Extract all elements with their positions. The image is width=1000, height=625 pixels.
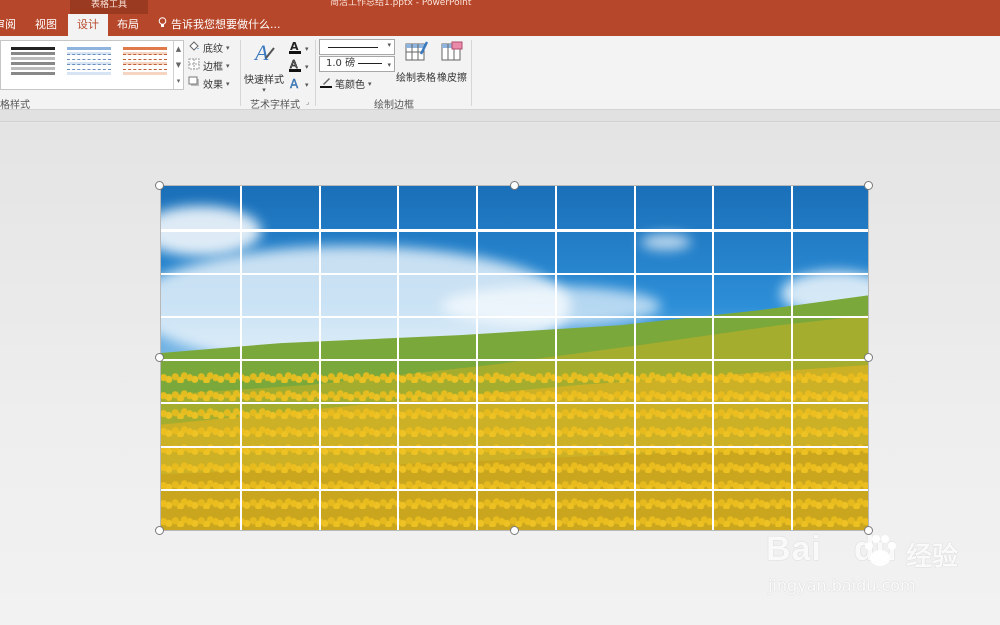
gallery-down-icon[interactable]: ▼ <box>174 57 183 73</box>
shading-button[interactable]: 底纹 ▾ <box>188 40 230 55</box>
tab-view[interactable]: 视图 <box>26 14 66 36</box>
text-fill-button[interactable]: A ▾ <box>288 40 309 57</box>
effects-icon <box>188 76 200 91</box>
text-effects-icon: A <box>288 76 302 93</box>
borders-icon <box>188 58 200 73</box>
borders-label: 边框 <box>203 62 223 73</box>
context-tab-group-label: 表格工具 <box>70 0 148 14</box>
pen-style-dropdown[interactable]: ▾ <box>319 39 395 55</box>
group-divider <box>315 40 316 106</box>
shading-label: 底纹 <box>203 44 223 55</box>
tell-me-text: 告诉我您想要做什么... <box>171 18 281 31</box>
pen-weight-dropdown[interactable]: 1.0 磅 ▾ <box>319 56 395 72</box>
resize-handle-bottom-left[interactable] <box>155 526 164 535</box>
ribbon: ▲ ▼ ▾ 底纹 ▾ 边框 ▾ 效果 ▾ 格样式 A 快速样式 ▾ A ▾ A … <box>0 36 1000 111</box>
wordart-a-icon: A <box>244 40 284 69</box>
resize-handle-right[interactable] <box>864 353 873 362</box>
tab-design[interactable]: 设计 <box>68 14 108 36</box>
pen-weight-line-icon <box>358 62 383 64</box>
borders-button[interactable]: 边框 ▾ <box>188 58 230 73</box>
wordart-group-label: 艺术字样式 <box>250 100 300 111</box>
chevron-down-icon: ▾ <box>368 79 372 88</box>
table-style-dark[interactable] <box>11 47 55 81</box>
quick-styles-button[interactable]: A 快速样式 ▾ <box>244 40 284 94</box>
eraser-icon <box>436 40 468 67</box>
group-divider <box>240 40 241 106</box>
svg-text:A: A <box>290 77 299 90</box>
pen-color-button[interactable]: 笔颜色 ▾ <box>320 76 372 91</box>
chevron-down-icon: ▾ <box>262 86 266 94</box>
chevron-down-icon: ▾ <box>387 41 391 49</box>
paint-bucket-icon <box>188 40 200 55</box>
table-row-line[interactable] <box>161 402 868 404</box>
eraser-label: 橡皮擦 <box>437 73 467 84</box>
chevron-down-icon: ▾ <box>226 43 230 52</box>
tab-layout[interactable]: 布局 <box>108 14 148 36</box>
table-row-line[interactable] <box>161 273 868 275</box>
pen-color-icon <box>320 76 332 91</box>
text-effects-button[interactable]: A ▾ <box>288 76 309 93</box>
quick-styles-label: 快速样式 <box>244 75 284 86</box>
chevron-down-icon: ▾ <box>305 80 309 89</box>
gallery-scroll[interactable]: ▲ ▼ ▾ <box>173 41 183 89</box>
table-row-line[interactable] <box>161 316 868 318</box>
draw-borders-group-label: 绘制边框 <box>374 100 414 111</box>
pen-weight-value: 1.0 磅 <box>326 58 356 69</box>
table-with-picture-fill[interactable] <box>160 185 869 531</box>
svg-text:A: A <box>253 40 269 65</box>
chevron-down-icon: ▾ <box>226 79 230 88</box>
pen-style-line-icon <box>328 47 378 48</box>
gallery-up-icon[interactable]: ▲ <box>174 41 183 57</box>
watermark-url: jingyan.baidu.com <box>768 576 916 595</box>
effects-button[interactable]: 效果 ▾ <box>188 76 230 91</box>
chevron-down-icon: ▾ <box>305 44 309 53</box>
resize-handle-bottom[interactable] <box>510 526 519 535</box>
resize-handle-top[interactable] <box>510 181 519 190</box>
table-row-line[interactable] <box>161 229 868 232</box>
resize-handle-top-left[interactable] <box>155 181 164 190</box>
watermark-product: 经验 <box>906 542 959 572</box>
text-outline-button[interactable]: A ▾ <box>288 58 309 75</box>
table-style-blue[interactable] <box>67 47 111 81</box>
draw-table-label: 绘制表格 <box>396 73 436 84</box>
title-bar: 表格工具 简洁工作总结1.pptx - PowerPoint <box>0 0 1000 14</box>
pen-color-label: 笔颜色 <box>335 80 365 91</box>
window-title: 简洁工作总结1.pptx - PowerPoint <box>330 0 472 8</box>
table-row-line[interactable] <box>161 446 868 448</box>
ribbon-tabs: 审阅 视图 设计 布局 告诉我您想要做什么... <box>0 14 1000 36</box>
chevron-down-icon: ▾ <box>387 61 391 69</box>
text-outline-icon: A <box>288 58 302 75</box>
tab-review[interactable]: 审阅 <box>0 14 16 36</box>
ribbon-bottom-strip <box>0 110 1000 122</box>
chevron-down-icon: ▾ <box>226 61 230 70</box>
baidu-jingyan-watermark: Bai du 经验 jingyan.baidu.com <box>766 530 986 610</box>
table-row-line[interactable] <box>161 489 868 491</box>
table-style-orange[interactable] <box>123 47 167 81</box>
paw-icon <box>865 535 896 566</box>
chevron-down-icon: ▾ <box>305 62 309 71</box>
resize-handle-top-right[interactable] <box>864 181 873 190</box>
eraser-button[interactable]: 橡皮擦 <box>436 40 468 84</box>
draw-table-icon <box>396 40 436 67</box>
resize-handle-left[interactable] <box>155 353 164 362</box>
table-styles-group-label: 格样式 <box>0 100 30 111</box>
text-fill-icon: A <box>288 40 302 57</box>
draw-table-button[interactable]: 绘制表格 <box>396 40 436 84</box>
table-row-line[interactable] <box>161 359 868 361</box>
dialog-launcher-icon[interactable]: ⌟ <box>306 98 309 106</box>
effects-label: 效果 <box>203 80 223 91</box>
tell-me-search[interactable]: 告诉我您想要做什么... <box>158 14 281 36</box>
lightbulb-icon <box>158 14 167 36</box>
gallery-more-icon[interactable]: ▾ <box>174 73 183 89</box>
table-styles-gallery: ▲ ▼ ▾ <box>0 40 184 90</box>
group-divider <box>471 40 472 106</box>
